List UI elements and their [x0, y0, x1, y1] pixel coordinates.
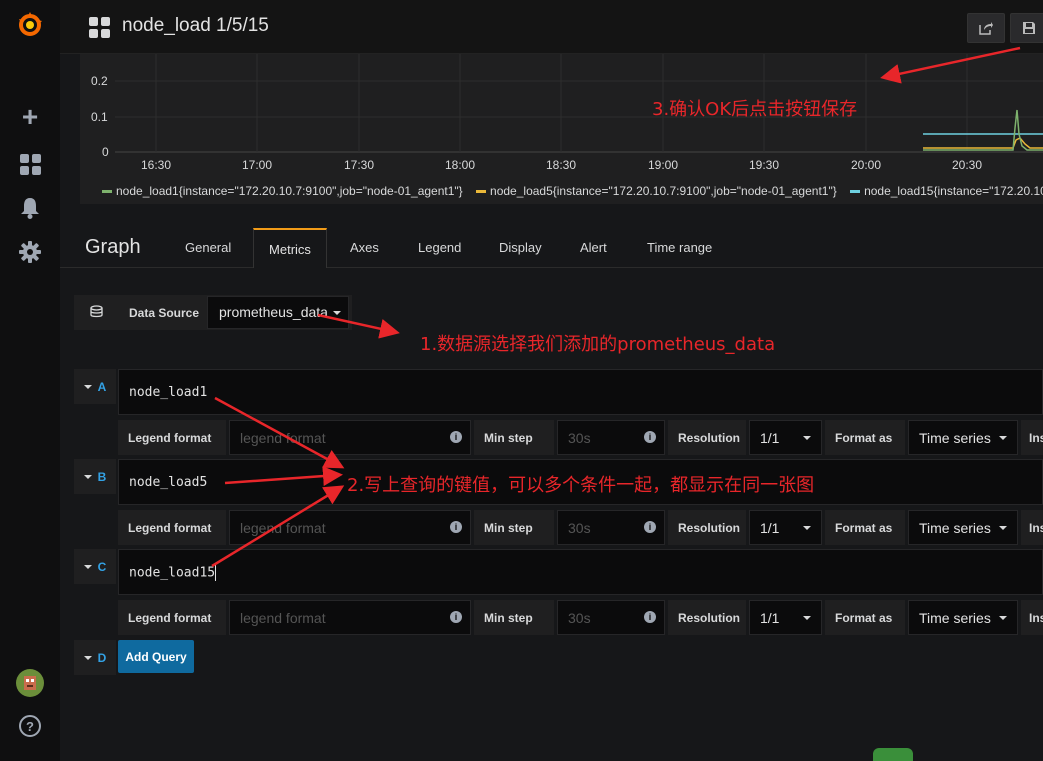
annotation-step2: 2.写上查询的键值，可以多个条件一起，都显示在同一张图	[347, 475, 815, 496]
annotation-step1: 1.数据源选择我们添加的prometheus_data	[420, 334, 776, 355]
arrow-to-datasource	[317, 313, 400, 339]
arrow-to-query-c	[211, 485, 345, 568]
annotation-arrows	[211, 46, 1021, 568]
arrow-to-save	[880, 46, 1021, 84]
taskbar-tray-icon	[873, 748, 913, 761]
arrow-to-query-b	[224, 466, 343, 487]
annotation-step3: 3.确认OK后点击按钮保存	[652, 99, 858, 120]
arrow-to-query-a	[214, 396, 345, 469]
